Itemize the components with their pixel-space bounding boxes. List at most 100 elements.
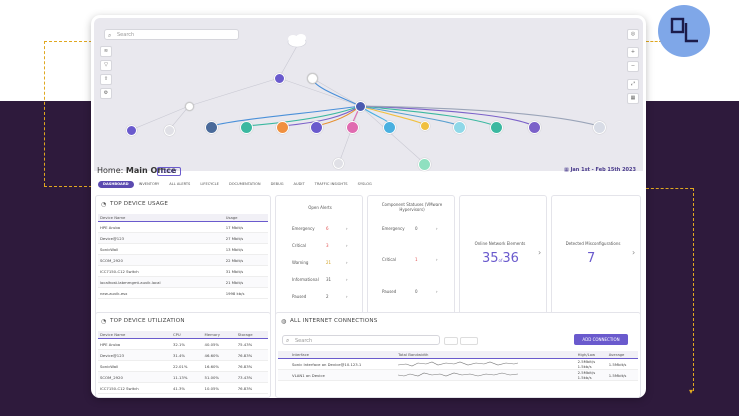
topology-node-host-1[interactable] — [126, 125, 137, 136]
topology-node-4[interactable] — [310, 121, 323, 134]
topology-node-router-main[interactable] — [355, 101, 366, 112]
select-all-checkbox[interactable] — [278, 351, 290, 359]
tab-all-alerts[interactable]: ALL ALERTS — [164, 181, 195, 188]
topology-node-host-2[interactable] — [164, 125, 175, 136]
filter-chip[interactable] — [444, 337, 458, 345]
table-row[interactable]: new-auvik-esx 1998 kb/s — [98, 287, 268, 299]
status-row-paused[interactable]: Paused 0 › — [382, 289, 448, 294]
table-row[interactable]: SonicWall 22.01% 16.60% 76.83% — [98, 360, 268, 372]
dashed-connector-right — [646, 188, 693, 189]
tab-traffic-insights[interactable]: TRAFFIC INSIGHTS — [310, 181, 353, 188]
component-statuses-panel[interactable]: Component Statuses (VMware Hypervisors) … — [367, 195, 455, 324]
dashed-connector-left-vertical — [44, 41, 45, 186]
chevron-right-icon: › — [436, 226, 438, 231]
column-header-cpu[interactable]: CPU — [170, 331, 203, 339]
date-range-picker[interactable]: ▦ Jan 1st - Feb 15th 2023 — [564, 167, 636, 173]
topology-node-gateway[interactable] — [307, 73, 318, 84]
topology-map[interactable]: ⌕ Search ≋ ▽ ⇪ ⚙ ◎ + − ⤢ ▦ — [94, 18, 643, 171]
topology-node-3[interactable] — [276, 121, 289, 134]
chevron-right-icon[interactable]: › — [538, 248, 541, 257]
sparkline — [398, 361, 519, 367]
topology-node-10[interactable] — [528, 121, 541, 134]
pie-chart-icon: ◔ — [101, 201, 107, 208]
row-checkbox[interactable] — [278, 358, 290, 370]
topology-node-7[interactable] — [420, 121, 430, 131]
open-alerts-panel[interactable]: Open Alerts Emergency 6 › Critical 3 › Warni… — [275, 195, 363, 324]
topology-node-core[interactable] — [274, 73, 285, 84]
table-row[interactable]: SCOM_2920 22 Mbit/s — [98, 254, 268, 266]
tab-dashboard[interactable]: DASHBOARD — [98, 181, 134, 188]
column-header-total-bandwidth[interactable]: Total Bandwidth — [396, 351, 576, 359]
online-network-elements-panel[interactable]: Online Network Elements 35of36 › — [459, 195, 547, 324]
column-header-average[interactable]: Average — [606, 351, 638, 359]
tab-inventory[interactable]: INVENTORY — [134, 181, 165, 188]
alert-row-informational[interactable]: Informational 31 › — [292, 277, 358, 282]
chevron-right-icon: › — [436, 257, 438, 262]
alert-row-emergency[interactable]: Emergency 6 › — [292, 226, 358, 231]
table-row[interactable]: Device@123 31.4% 46.60% 76.83% — [98, 349, 268, 361]
brand-logo — [658, 5, 710, 57]
topology-node-9[interactable] — [490, 121, 503, 134]
topology-node-2[interactable] — [240, 121, 253, 134]
status-row-emergency[interactable]: Emergency 0 › — [382, 226, 448, 231]
panel-title: TOP DEVICE USAGE — [110, 201, 169, 207]
topology-node-8[interactable] — [453, 121, 466, 134]
filter-chip[interactable] — [460, 337, 478, 345]
table-row[interactable]: localhost.labmmgmt.auvik.local 21 Mbit/s — [98, 276, 268, 288]
alert-row-critical[interactable]: Critical 3 › — [292, 243, 358, 248]
chevron-right-icon: › — [436, 289, 438, 294]
dashed-connector-left — [44, 41, 92, 42]
top-device-utilization-panel: ◔ TOP DEVICE UTILIZATION Device Name CPU… — [95, 312, 271, 398]
connections-search-input[interactable]: ⌕ Search — [282, 335, 440, 345]
column-header-high-low[interactable]: High/Low — [575, 351, 607, 359]
tab-debug[interactable]: DEBUG — [266, 181, 289, 188]
logo-mark-icon — [670, 17, 698, 43]
pie-chart-icon: ◔ — [101, 318, 107, 325]
chevron-right-icon[interactable]: › — [632, 248, 635, 257]
tab-syslog[interactable]: SYSLOG — [353, 181, 377, 188]
table-row[interactable]: ICC7150-C12 Switch 31 Mbit/s — [98, 265, 268, 277]
column-header-usage[interactable]: Usage — [223, 214, 268, 222]
panel-title: Open Alerts — [308, 205, 332, 210]
topology-node-5[interactable] — [346, 121, 359, 134]
column-header-device-name[interactable]: Device Name — [98, 331, 171, 339]
chevron-right-icon: › — [346, 277, 348, 282]
table-row[interactable]: SonicWall 13 Mbit/s — [98, 243, 268, 255]
topology-node-switch-a[interactable] — [185, 102, 194, 111]
table-row[interactable]: HPE Aruba 32.1% 40.05% 75.43% — [98, 338, 268, 350]
add-connection-button[interactable]: ADD CONNECTION — [574, 334, 628, 345]
table-row[interactable]: HPE Aruba 17 Mbit/s — [98, 221, 268, 233]
panel-title: Online Network Elements — [474, 241, 526, 246]
export-button[interactable]: EXPORT — [157, 167, 181, 176]
tab-audit[interactable]: AUDIT — [289, 181, 310, 188]
alert-row-warning[interactable]: Warning 21 › — [292, 260, 358, 265]
chevron-right-icon: › — [346, 226, 348, 231]
status-row-critical[interactable]: Critical 1 › — [382, 257, 448, 262]
tab-bar: DASHBOARD INVENTORY ALL ALERTS LIFECYCLE… — [98, 181, 377, 188]
column-header-storage[interactable]: Storage — [235, 331, 268, 339]
column-header-device-name[interactable]: Device Name — [98, 214, 224, 222]
tab-documentation[interactable]: DOCUMENTATION — [224, 181, 266, 188]
table-row[interactable]: VLAN1 on Device 2.5Mbit/s 1.5kb/s 1.5Mbit… — [278, 369, 638, 381]
table-row[interactable]: Device@123 27 Mbit/s — [98, 232, 268, 244]
top-device-usage-panel: ◔ TOP DEVICE USAGE Device Name Usage HPE… — [95, 195, 271, 324]
table-row[interactable]: SCOM_2920 11.13% 51.00% 73.43% — [98, 371, 268, 383]
cloud-icon — [287, 34, 307, 48]
row-checkbox[interactable] — [278, 369, 290, 381]
column-header-interface[interactable]: Interface — [290, 351, 397, 359]
online-elements-count: 35of36 — [482, 251, 519, 266]
detected-misconfigurations-panel[interactable]: Detected Misconfigurations 7 › — [551, 195, 641, 324]
dashed-connector-left-bottom — [44, 186, 92, 187]
topology-node-6[interactable] — [383, 121, 396, 134]
tab-lifecycle[interactable]: LIFECYCLE — [195, 181, 224, 188]
column-header-memory[interactable]: Memory — [202, 331, 236, 339]
page-header: Home: Main Office EXPORT ▦ Jan 1st - Feb… — [95, 166, 642, 190]
table-row[interactable]: Sonic Interface on Device@10.123.1 2.5Mb… — [278, 358, 638, 370]
table-row[interactable]: ICC7150-C12 Switch 41.3% 10.05% 76.83% — [98, 382, 268, 394]
topology-node-1[interactable] — [205, 121, 218, 134]
panel-title: TOP DEVICE UTILIZATION — [110, 318, 185, 324]
topology-links — [130, 34, 600, 164]
topology-node-11[interactable] — [593, 121, 606, 134]
alert-row-paused[interactable]: Paused 2 › — [292, 294, 358, 299]
bandwidth-sparkline — [396, 369, 576, 381]
